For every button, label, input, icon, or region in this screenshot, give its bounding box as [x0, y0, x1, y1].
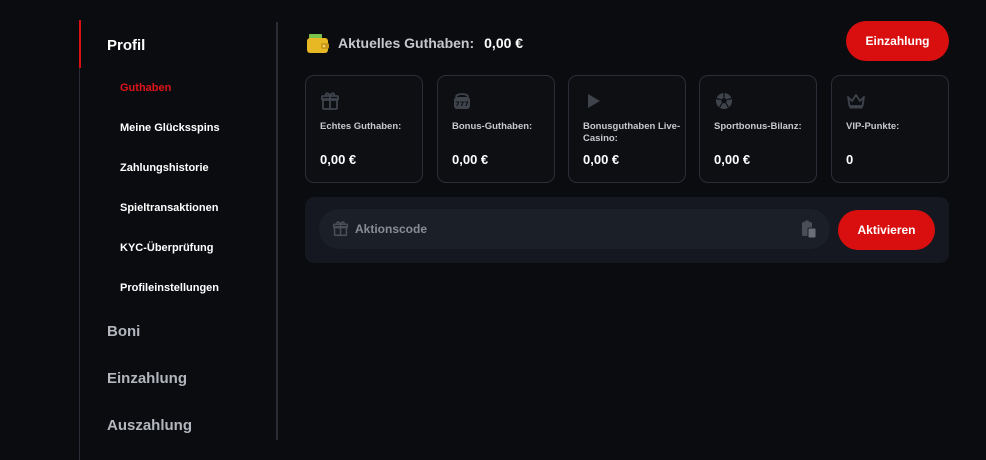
card-vip-points: VIP-Punkte: 0: [831, 75, 949, 183]
gift-icon: [332, 220, 349, 237]
card-value: 0,00 €: [583, 152, 620, 167]
sidebar-item-einzahlung[interactable]: Einzahlung: [107, 370, 187, 387]
card-sport-bonus: Sportbonus-Bilanz: 0,00 €: [699, 75, 817, 183]
sidebar-subitem-zahlungshistorie[interactable]: Zahlungshistorie: [120, 162, 209, 174]
balance-header: Aktuelles Guthaben: 0,00 €: [306, 30, 523, 56]
sidebar: Profil Guthaben Meine Glücksspins Zahlun…: [79, 20, 278, 460]
sidebar-divider: [276, 22, 278, 440]
soccer-ball-icon: [714, 91, 734, 111]
sidebar-active-indicator: [79, 20, 81, 68]
card-live-casino-bonus: Bonusguthaben Live-Casino: 0,00 €: [568, 75, 686, 183]
promo-code-panel: Aktivieren: [305, 197, 949, 263]
gift-icon: [320, 91, 340, 111]
clipboard-paste-icon[interactable]: [800, 219, 818, 239]
card-label: Echtes Guthaben:: [320, 121, 402, 132]
card-bonus-balance: 777 Bonus-Guthaben: 0,00 €: [437, 75, 555, 183]
profile-page: Profil Guthaben Meine Glücksspins Zahlun…: [0, 0, 986, 460]
slot-777-icon: 777: [452, 91, 472, 111]
sidebar-subitem-guthaben[interactable]: Guthaben: [120, 82, 171, 94]
card-value: 0,00 €: [452, 152, 489, 167]
balance-label: Aktuelles Guthaben:: [338, 35, 475, 51]
svg-text:777: 777: [455, 100, 469, 108]
sidebar-subitem-profileinstellungen[interactable]: Profileinstellungen: [120, 282, 219, 294]
card-real-balance: Echtes Guthaben: 0,00 €: [305, 75, 423, 183]
promo-code-field: [319, 209, 830, 249]
card-value: 0,00 €: [714, 152, 751, 167]
card-label: Bonusguthaben Live-Casino:: [583, 121, 681, 144]
card-value: 0,00 €: [320, 152, 357, 167]
promo-code-input[interactable]: [355, 209, 775, 249]
wallet-icon: [306, 32, 330, 54]
card-value: 0: [846, 152, 854, 167]
sidebar-subitem-spieltransaktionen[interactable]: Spieltransaktionen: [120, 202, 218, 214]
card-label: Bonus-Guthaben:: [452, 121, 533, 132]
crown-icon: [846, 91, 866, 111]
sidebar-subitem-gluecksspins[interactable]: Meine Glücksspins: [120, 122, 220, 134]
card-label: Sportbonus-Bilanz:: [714, 121, 802, 132]
card-label: VIP-Punkte:: [846, 121, 900, 132]
sidebar-item-auszahlung[interactable]: Auszahlung: [107, 417, 192, 434]
play-icon: [583, 91, 603, 111]
activate-button[interactable]: Aktivieren: [838, 210, 935, 250]
deposit-button[interactable]: Einzahlung: [846, 21, 949, 61]
sidebar-subitem-kyc[interactable]: KYC-Überprüfung: [120, 242, 214, 254]
sidebar-item-boni[interactable]: Boni: [107, 323, 140, 340]
balance-value: 0,00 €: [484, 35, 524, 51]
sidebar-item-profil[interactable]: Profil: [107, 37, 145, 54]
